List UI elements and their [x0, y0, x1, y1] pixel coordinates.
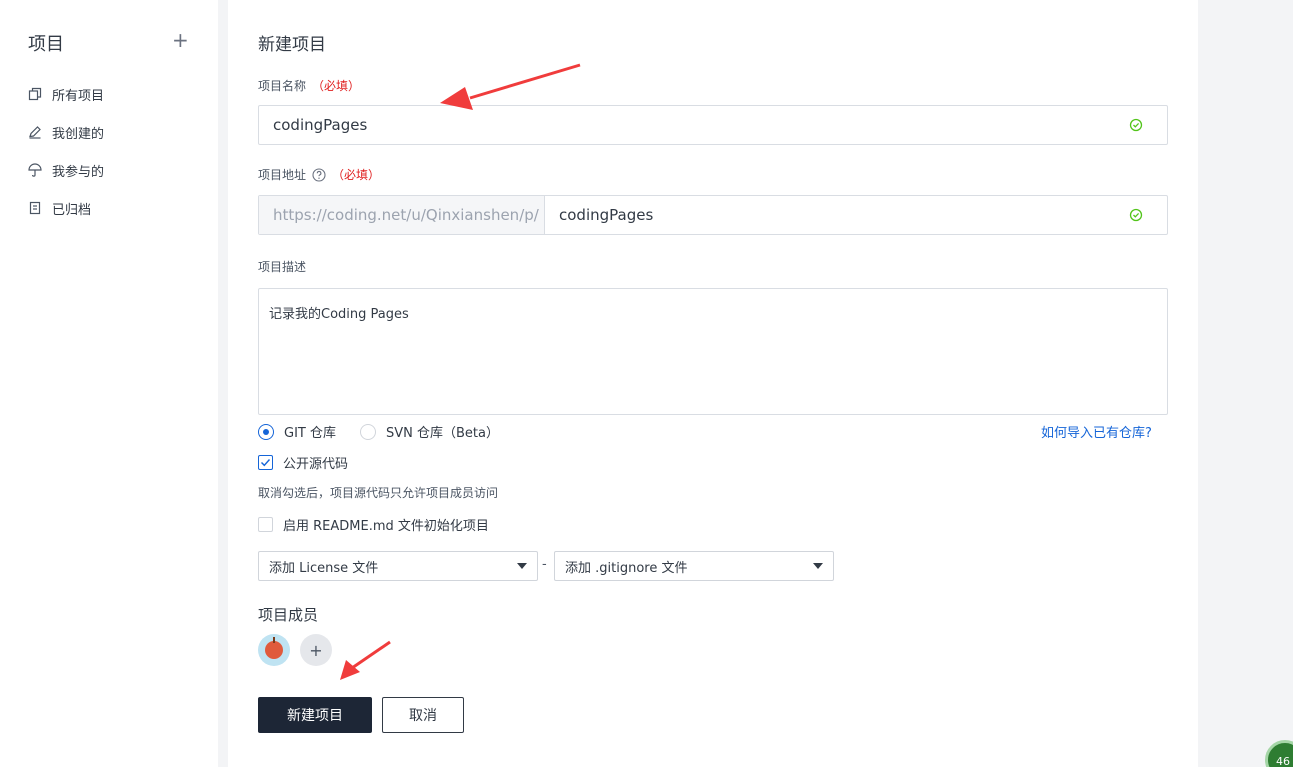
- sidebar-item-all-projects[interactable]: 所有项目: [28, 83, 104, 105]
- sidebar-item-participated[interactable]: 我参与的: [28, 159, 104, 181]
- avatar[interactable]: [258, 634, 290, 666]
- sidebar-title: 项目: [28, 34, 64, 55]
- radio-svn-dot[interactable]: [359, 423, 376, 440]
- readme-checkbox[interactable]: 启用 README.md 文件初始化项目: [258, 515, 489, 534]
- public-source-label: 公开源代码: [283, 457, 349, 472]
- project-name-label: 项目名称 （必填）: [258, 77, 360, 94]
- select-separator: -: [542, 557, 547, 572]
- radio-svn-label: SVN 仓库（Beta）: [385, 426, 499, 441]
- project-address-label: 项目地址 （必填）: [258, 166, 380, 183]
- repo-type-group: GIT 仓库 SVN 仓库（Beta）: [258, 422, 523, 441]
- radio-svn[interactable]: SVN 仓库（Beta）: [359, 422, 499, 441]
- sidebar: 项目 + 所有项目 我创建的 我参与的 已归档: [0, 0, 218, 767]
- umbrella-icon: [28, 163, 42, 177]
- readme-label: 启用 README.md 文件初始化项目: [283, 519, 489, 534]
- caret-down-icon: [517, 563, 527, 569]
- project-name-label-text: 项目名称: [258, 79, 307, 93]
- check-circle-icon: [1129, 208, 1143, 222]
- cancel-button[interactable]: 取消: [382, 697, 464, 733]
- required-mark: （必填）: [312, 79, 361, 93]
- radio-git[interactable]: GIT 仓库: [258, 422, 336, 441]
- archive-icon: [29, 201, 41, 215]
- add-project-button[interactable]: +: [172, 28, 189, 52]
- checkbox-box[interactable]: [258, 517, 273, 532]
- url-prefix: https://coding.net/u/Qinxianshen/p/: [259, 196, 545, 234]
- check-circle-icon: [1129, 118, 1143, 132]
- required-mark: （必填）: [332, 168, 381, 182]
- sidebar-item-archived[interactable]: 已归档: [28, 197, 91, 219]
- gitignore-select[interactable]: 添加 .gitignore 文件: [554, 551, 834, 581]
- license-select[interactable]: 添加 License 文件: [258, 551, 538, 581]
- caret-down-icon: [813, 563, 823, 569]
- project-name-value[interactable]: codingPages: [259, 116, 1129, 134]
- public-source-hint: 取消勾选后，项目源代码只允许项目成员访问: [258, 486, 499, 500]
- project-name-input[interactable]: codingPages: [258, 105, 1168, 145]
- checkmark-icon: [261, 459, 271, 467]
- sidebar-item-label: 我创建的: [52, 126, 105, 142]
- add-member-button[interactable]: +: [300, 634, 332, 666]
- page-title: 新建项目: [258, 35, 326, 55]
- new-project-panel: 新建项目 项目名称 （必填） codingPages 项目地址 （必填） htt…: [228, 0, 1198, 767]
- pencil-icon: [29, 126, 41, 139]
- copy-icon: [28, 87, 42, 101]
- radio-git-label: GIT 仓库: [284, 426, 336, 441]
- create-project-button[interactable]: 新建项目: [258, 697, 372, 733]
- gitignore-select-value: 添加 .gitignore 文件: [565, 560, 688, 576]
- help-icon[interactable]: [312, 167, 326, 182]
- project-description-textarea[interactable]: 记录我的Coding Pages: [258, 288, 1168, 415]
- license-select-value: 添加 License 文件: [269, 560, 379, 576]
- project-address-field[interactable]: https://coding.net/u/Qinxianshen/p/ codi…: [258, 195, 1168, 235]
- sidebar-item-label: 我参与的: [52, 164, 105, 180]
- sidebar-item-label: 所有项目: [52, 88, 105, 104]
- project-description-label: 项目描述: [258, 260, 307, 274]
- import-repo-link[interactable]: 如何导入已有仓库?: [1041, 422, 1152, 441]
- members-title: 项目成员: [258, 606, 319, 624]
- sidebar-item-created-by-me[interactable]: 我创建的: [28, 121, 104, 143]
- checkbox-box[interactable]: [258, 455, 273, 470]
- project-address-value[interactable]: codingPages: [545, 206, 1129, 224]
- radio-git-dot[interactable]: [258, 423, 274, 440]
- status-badge: 46: [1265, 740, 1293, 767]
- public-source-checkbox[interactable]: 公开源代码: [258, 453, 348, 472]
- sidebar-item-label: 已归档: [52, 202, 92, 218]
- avatar-image: [265, 637, 283, 659]
- project-address-label-text: 项目地址: [258, 168, 307, 182]
